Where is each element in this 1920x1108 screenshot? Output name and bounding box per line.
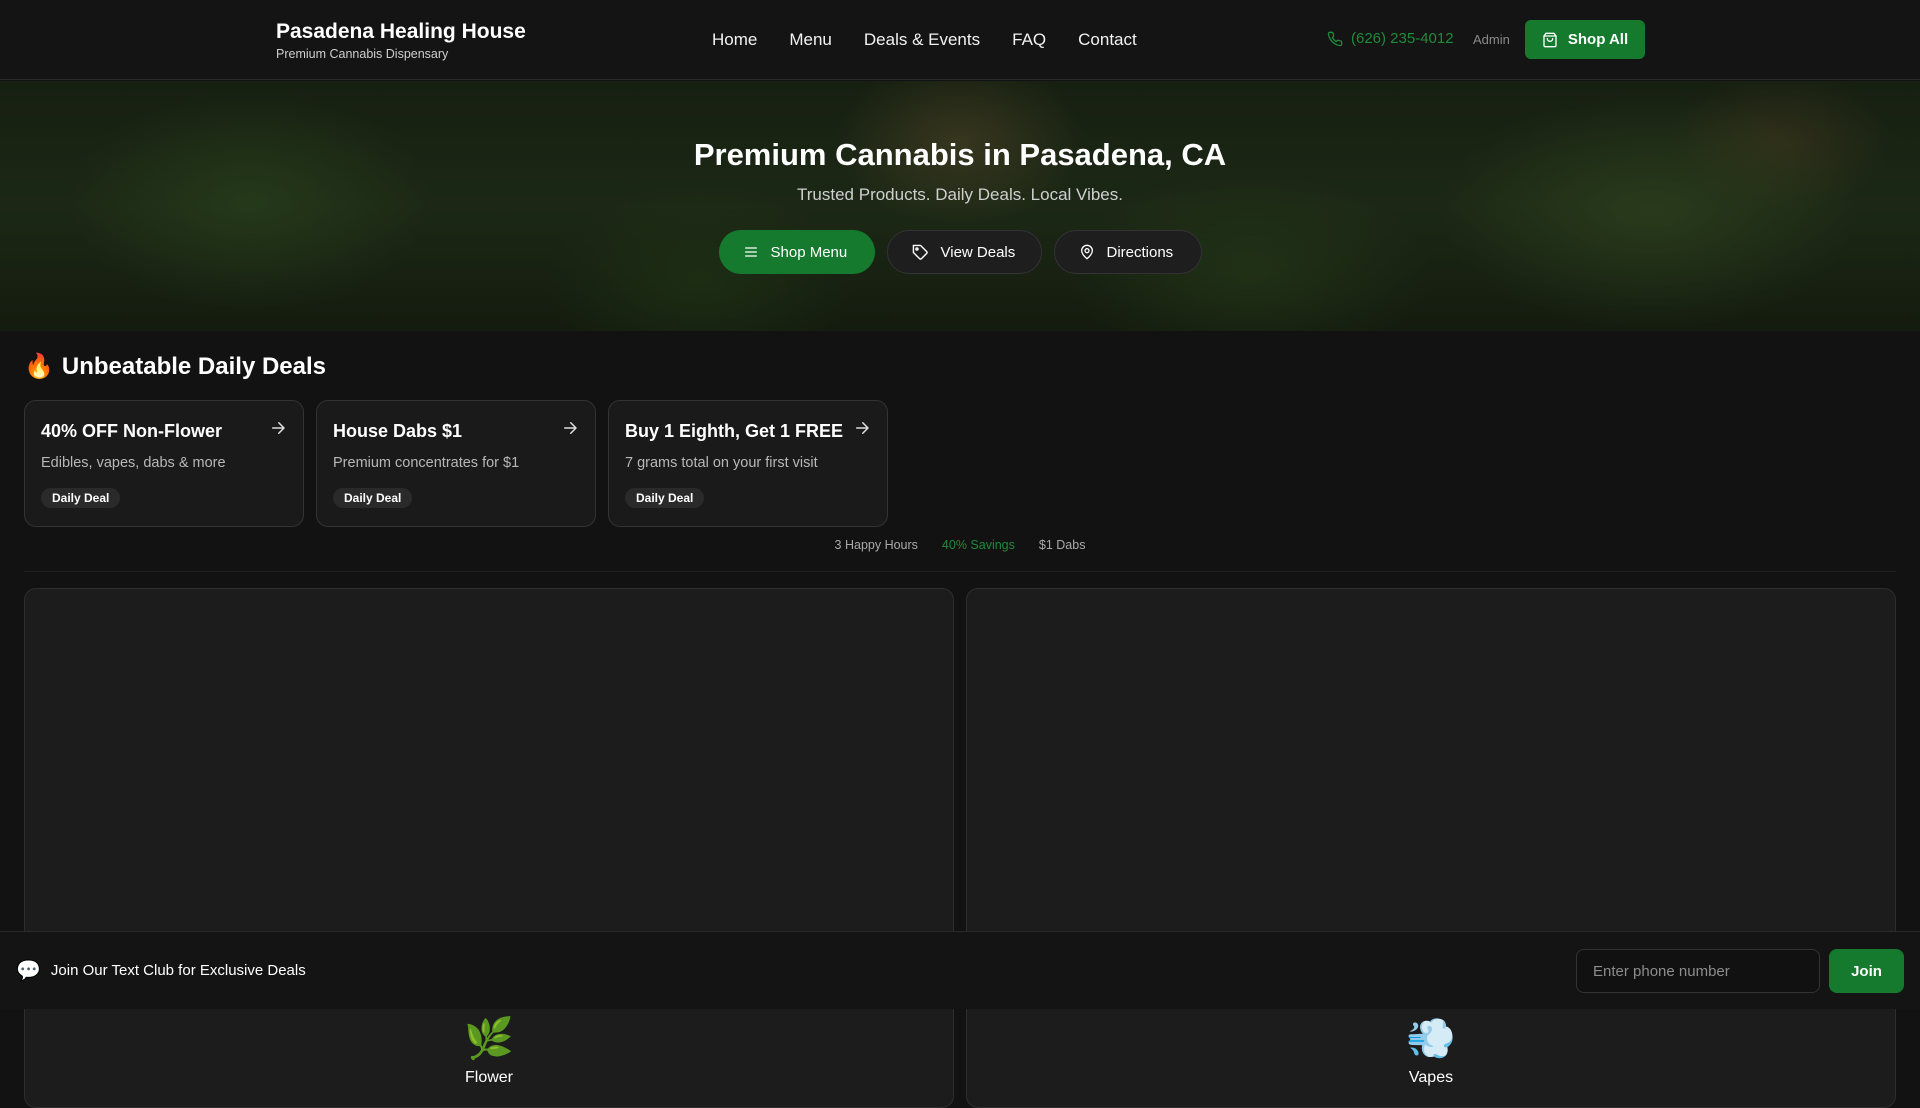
menu-icon [743,244,759,260]
category-label: Vapes [1408,1069,1454,1086]
hero-actions: Shop Menu View Deals Directions [0,230,1920,274]
directions-button[interactable]: Directions [1053,230,1202,274]
leaf-icon: 🌿 [464,1017,514,1061]
speech-bubble-icon: 💬 [16,960,41,982]
nav-faq[interactable]: FAQ [1012,28,1046,52]
shop-menu-label: Shop Menu [770,243,848,261]
shop-menu-button[interactable]: Shop Menu [718,230,875,274]
shop-all-button[interactable]: Shop All [1525,20,1645,59]
deal-description: Premium concentrates for $1 [333,455,520,471]
tag-icon [912,244,929,261]
join-button[interactable]: Join [1829,949,1904,993]
deal-description: 7 grams total on your first visit [625,455,818,471]
hero-banner: Premium Cannabis in Pasadena, CA Trusted… [0,81,1920,331]
text-club-label: 💬 Join Our Text Club for Exclusive Deals [16,958,306,983]
deals-heading: 🔥 Unbeatable Daily Deals [24,352,326,381]
deal-description: Edibles, vapes, dabs & more [41,455,226,471]
phone-number-input[interactable] [1576,949,1820,993]
fire-icon: 🔥 [24,353,54,380]
deal-card[interactable]: 40% OFF Non-Flower Edibles, vapes, dabs … [24,400,304,527]
site-header: Pasadena Healing House Premium Cannabis … [0,0,1920,80]
directions-label: Directions [1106,243,1174,261]
brand-subtitle: Premium Cannabis Dispensary [276,47,449,61]
phone-number: (626) 235-4012 [1351,30,1454,47]
main-nav: Home Menu Deals & Events FAQ Contact [712,28,1137,52]
nav-home[interactable]: Home [712,28,757,52]
phone-icon [1327,31,1343,47]
text-club-bar: 💬 Join Our Text Club for Exclusive Deals… [0,931,1920,1009]
deal-badge: Daily Deal [625,488,705,508]
brand-title[interactable]: Pasadena Healing House [276,20,526,44]
brand[interactable]: Pasadena Healing House Premium Cannabis … [276,20,526,61]
phone-link[interactable]: (626) 235-4012 [1327,30,1454,47]
admin-link[interactable]: Admin [1473,32,1510,47]
nav-deals-events[interactable]: Deals & Events [864,28,980,52]
deal-badge: Daily Deal [333,488,413,508]
shop-all-label: Shop All [1567,31,1629,48]
stat-savings: 40% Savings [941,538,1015,552]
stat-dabs: $1 Dabs [1038,538,1086,552]
category-card-flower[interactable]: 🌿 Flower [24,588,954,1108]
vape-cloud-icon: 💨 [1406,1017,1456,1061]
view-deals-button[interactable]: View Deals [886,230,1042,274]
view-deals-label: View Deals [940,243,1016,261]
text-club-text: Join Our Text Club for Exclusive Deals [50,962,306,979]
map-pin-icon [1079,244,1095,260]
deal-badge: Daily Deal [41,488,121,508]
deal-stats: 3 Happy Hours 40% Savings $1 Dabs [0,538,1920,552]
deal-card[interactable]: House Dabs $1 Premium concentrates for $… [316,400,596,527]
hero-subtitle: Trusted Products. Daily Deals. Local Vib… [797,185,1123,204]
nav-menu[interactable]: Menu [789,28,832,52]
arrow-right-icon [853,419,871,437]
deal-card[interactable]: Buy 1 Eighth, Get 1 FREE 7 grams total o… [608,400,888,527]
category-label: Flower [464,1069,513,1086]
category-card-vapes[interactable]: 💨 Vapes [966,588,1896,1108]
arrow-right-icon [561,419,579,437]
stat-happy-hours: 3 Happy Hours [834,538,918,552]
deal-title: Buy 1 Eighth, Get 1 FREE [625,421,844,441]
shopping-bag-icon [1542,32,1558,48]
nav-contact[interactable]: Contact [1078,28,1137,52]
hero-title: Premium Cannabis in Pasadena, CA [693,137,1227,172]
deal-title: House Dabs $1 [333,421,463,441]
arrow-right-icon [269,419,287,437]
deal-title: 40% OFF Non-Flower [41,421,223,441]
deals-heading-text: Unbeatable Daily Deals [61,352,326,380]
section-divider [24,571,1896,572]
